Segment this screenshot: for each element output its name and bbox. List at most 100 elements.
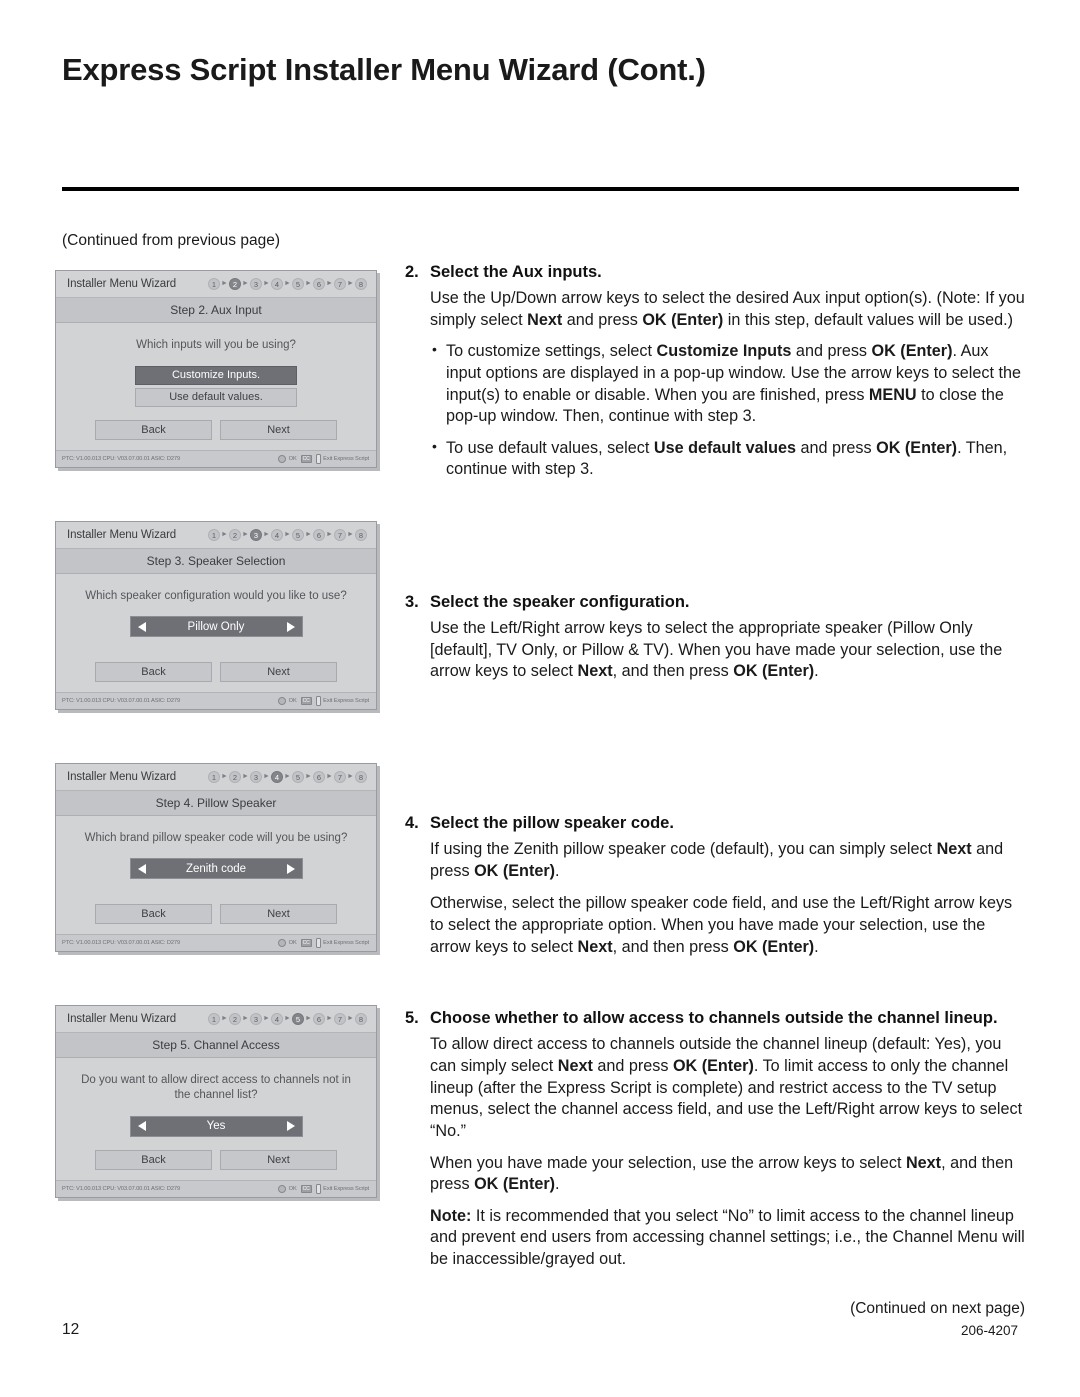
ok-button-icon xyxy=(278,696,287,705)
instruction-item-2: 2. Select the Aux inputs. Use the Up/Dow… xyxy=(405,262,1025,481)
option-button-1[interactable]: Customize Inputs. xyxy=(135,365,297,385)
step-indicator-1[interactable]: 1 xyxy=(208,770,220,783)
step-indicator-7[interactable]: 7 xyxy=(334,1012,346,1025)
step-arrow-icon: ► xyxy=(242,772,249,780)
ok-action[interactable]: OK xyxy=(278,696,297,705)
step-arrow-icon: ► xyxy=(221,1014,228,1022)
step-indicator-6[interactable]: 6 xyxy=(313,278,325,290)
left-arrow-icon[interactable] xyxy=(137,621,146,632)
item-2-bullet-2: To use default values, select Use defaul… xyxy=(430,437,1025,481)
ok-action[interactable]: OK xyxy=(278,454,297,463)
step-indicator-3[interactable]: 3 xyxy=(250,278,262,290)
panel-nav-row: Back Next xyxy=(70,891,362,924)
back-button[interactable]: Back xyxy=(95,1149,212,1170)
ok-button-icon xyxy=(278,938,287,947)
layout-spacer xyxy=(405,693,1025,813)
step-indicator-8[interactable]: 8 xyxy=(355,1012,367,1025)
step-indicator-2[interactable]: 2 xyxy=(229,528,241,541)
step-indicator-5[interactable]: 5 xyxy=(292,278,304,290)
step-indicator-5[interactable]: 5 xyxy=(292,1012,304,1025)
option-button-2[interactable]: Use default values. xyxy=(135,387,297,407)
step-indicator-4[interactable]: 4 xyxy=(271,278,283,290)
panel-step-title: Step 3. Speaker Selection xyxy=(56,548,376,574)
back-button[interactable]: Back xyxy=(95,903,212,924)
value-spinner[interactable]: Zenith code xyxy=(129,858,303,880)
next-button[interactable]: Next xyxy=(220,1149,337,1170)
closed-caption-icon[interactable]: CC xyxy=(300,938,312,947)
step-indicator-5[interactable]: 5 xyxy=(292,770,304,783)
ok-action[interactable]: OK xyxy=(278,1184,297,1193)
step-indicator-3[interactable]: 3 xyxy=(250,1012,262,1025)
step-indicator-6[interactable]: 6 xyxy=(313,528,325,541)
item-4-number: 4. xyxy=(405,814,419,833)
item-2-paragraph: Use the Up/Down arrow keys to select the… xyxy=(430,289,1025,329)
remote-button-icon xyxy=(315,695,321,706)
item-5-heading: 5. Choose whether to allow access to cha… xyxy=(405,1008,1025,1029)
exit-label: Exit Express Script xyxy=(323,455,369,462)
value-spinner[interactable]: Pillow Only xyxy=(129,616,303,638)
step-arrow-icon: ► xyxy=(305,772,312,780)
back-button[interactable]: Back xyxy=(95,419,212,440)
statusbar-actions: OK CC Exit Express Script xyxy=(278,937,369,948)
step-indicator-1[interactable]: 1 xyxy=(208,278,220,290)
step-indicator-8[interactable]: 8 xyxy=(355,770,367,783)
next-button[interactable]: Next xyxy=(220,903,337,924)
step-arrow-icon: ► xyxy=(326,772,333,780)
panel-question: Which speaker configuration would you li… xyxy=(85,589,347,602)
left-arrow-icon[interactable] xyxy=(137,863,146,874)
exit-action[interactable]: Exit Express Script xyxy=(315,937,369,948)
step-indicator-2[interactable]: 2 xyxy=(229,278,241,290)
instructions-column: 2. Select the Aux inputs. Use the Up/Dow… xyxy=(405,262,1025,1318)
closed-caption-icon[interactable]: CC xyxy=(300,1184,312,1193)
back-button[interactable]: Back xyxy=(95,661,212,682)
step-indicator-bar: 1 ► 2 ► 3 ► 4 ► 5 ► 6 ► 7 ► 8 xyxy=(208,770,367,783)
next-button[interactable]: Next xyxy=(220,419,337,440)
step-indicator-6[interactable]: 6 xyxy=(313,1012,325,1025)
step-indicator-7[interactable]: 7 xyxy=(334,528,346,541)
next-button[interactable]: Next xyxy=(220,661,337,682)
panel-nav-row: Back Next xyxy=(70,407,362,440)
ok-action[interactable]: OK xyxy=(278,938,297,947)
ok-label: OK xyxy=(288,455,297,462)
panel-window-title: Installer Menu Wizard xyxy=(67,770,177,783)
step-indicator-5[interactable]: 5 xyxy=(292,528,304,541)
exit-action[interactable]: Exit Express Script xyxy=(315,1183,369,1194)
panel-question: Which inputs will you be using? xyxy=(136,339,296,351)
right-arrow-icon[interactable] xyxy=(286,863,295,874)
panel-titlebar: Installer Menu Wizard 1 ► 2 ► 3 ► 4 ► 5 ► 6 ► 7 ► 8 xyxy=(56,1005,376,1033)
panel-nav-row: Back Next xyxy=(70,1137,362,1170)
closed-caption-icon[interactable]: CC xyxy=(300,696,312,705)
step-indicator-7[interactable]: 7 xyxy=(334,278,346,290)
instruction-item-3: 3. Select the speaker configuration. Use… xyxy=(405,592,1025,683)
step-indicator-4[interactable]: 4 xyxy=(271,528,283,541)
value-spinner[interactable]: Yes xyxy=(129,1115,303,1137)
right-arrow-icon[interactable] xyxy=(286,1121,295,1132)
step-indicator-8[interactable]: 8 xyxy=(355,528,367,541)
step-indicator-1[interactable]: 1 xyxy=(208,1012,220,1025)
step-indicator-3[interactable]: 3 xyxy=(250,770,262,783)
right-arrow-icon[interactable] xyxy=(286,621,295,632)
step-indicator-2[interactable]: 2 xyxy=(229,770,241,783)
step-indicator-1[interactable]: 1 xyxy=(208,528,220,541)
screenshot-column: Installer Menu Wizard 1 ► 2 ► 3 ► 4 ► 5 ► 6 ► 7 ► 8 Step… xyxy=(55,270,390,1251)
title-divider xyxy=(62,187,1019,191)
step-arrow-icon: ► xyxy=(221,530,228,538)
item-2-number: 2. xyxy=(405,263,419,281)
step-arrow-icon: ► xyxy=(242,1014,249,1022)
step-indicator-4[interactable]: 4 xyxy=(271,770,283,783)
step-arrow-icon: ► xyxy=(347,530,354,538)
exit-action[interactable]: Exit Express Script xyxy=(315,453,369,464)
step-indicator-6[interactable]: 6 xyxy=(313,770,325,783)
firmware-version-text: PTC: V1.00.013 CPU: V03.07.00.01 ASIC: D… xyxy=(62,1185,181,1192)
step-indicator-2[interactable]: 2 xyxy=(229,1012,241,1025)
exit-action[interactable]: Exit Express Script xyxy=(315,695,369,706)
step-indicator-8[interactable]: 8 xyxy=(355,278,367,290)
panel-body: Which speaker configuration would you li… xyxy=(56,573,376,692)
ok-button-icon xyxy=(278,454,287,463)
continued-from-previous-page: (Continued from previous page) xyxy=(62,232,280,249)
step-indicator-4[interactable]: 4 xyxy=(271,1012,283,1025)
step-indicator-3[interactable]: 3 xyxy=(250,528,262,541)
step-indicator-7[interactable]: 7 xyxy=(334,770,346,783)
closed-caption-icon[interactable]: CC xyxy=(300,454,312,463)
left-arrow-icon[interactable] xyxy=(137,1121,146,1132)
